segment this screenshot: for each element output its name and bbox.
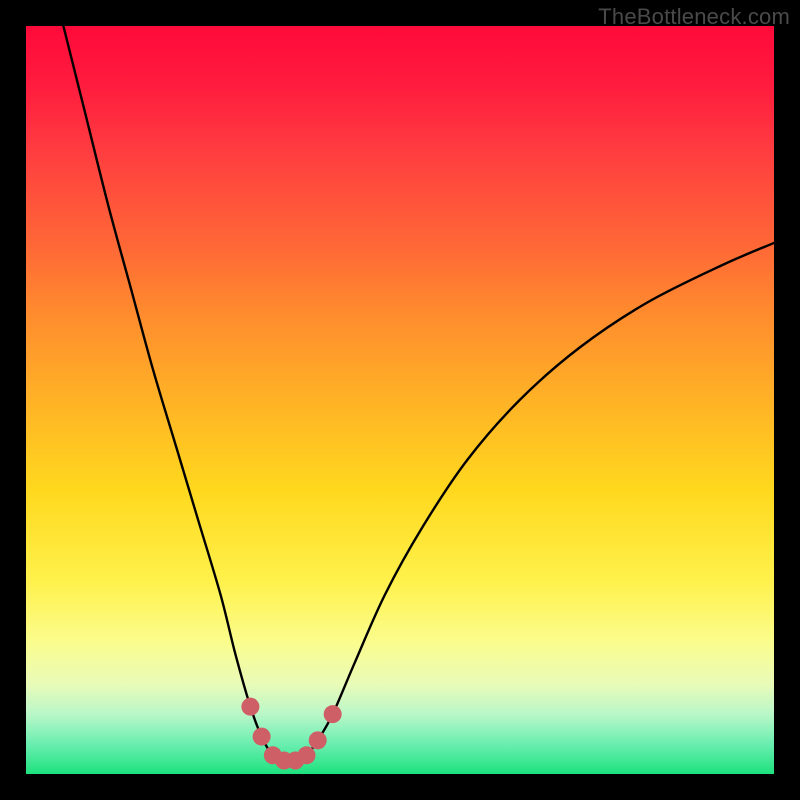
highlight-dot (298, 746, 316, 764)
highlight-dot (241, 698, 259, 716)
highlight-dot-group (241, 698, 341, 770)
highlight-dot (309, 731, 327, 749)
highlight-dot (324, 705, 342, 723)
chart-plot-area (26, 26, 774, 774)
watermark-text: TheBottleneck.com (598, 4, 790, 30)
bottleneck-chart-svg (26, 26, 774, 774)
highlight-dot (253, 728, 271, 746)
bottleneck-curve-line (63, 26, 774, 761)
